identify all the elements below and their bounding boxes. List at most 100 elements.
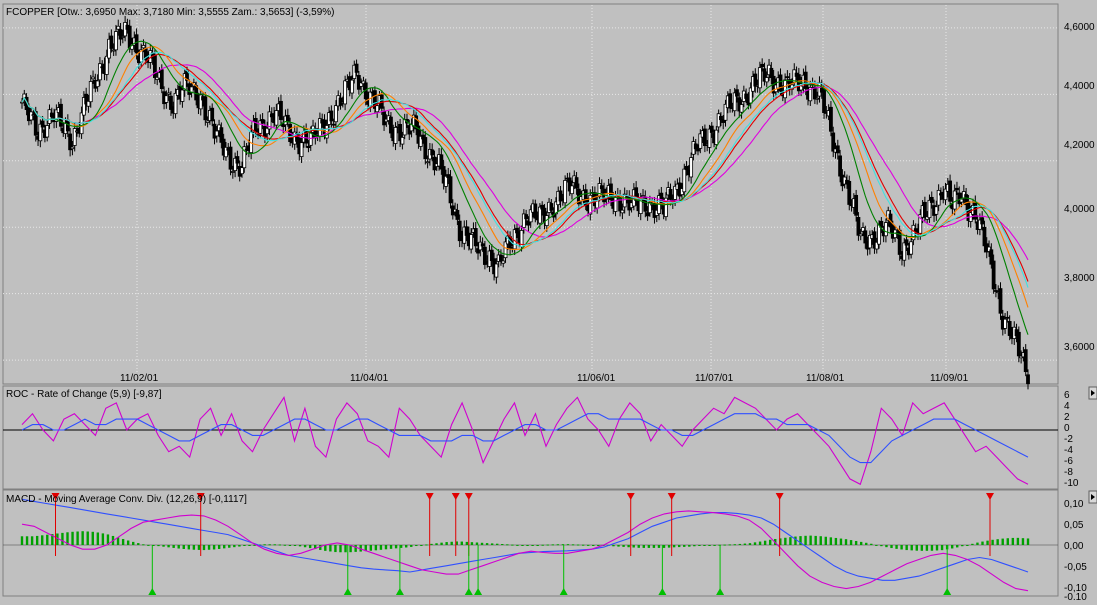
macd-histogram-bar — [268, 544, 271, 546]
macd-pane-arrow-button[interactable] — [1088, 490, 1097, 504]
price-pane — [2, 3, 1059, 385]
macd-histogram-bar — [495, 543, 499, 545]
price-candle-body — [1005, 316, 1010, 319]
price-candle-body — [613, 197, 618, 212]
macd-y-tick: 0,00 — [1064, 541, 1084, 552]
macd-histogram-bar — [490, 543, 494, 545]
macd-histogram-bar — [121, 538, 125, 545]
macd-histogram-bar — [187, 545, 191, 550]
price-candle-body — [423, 137, 428, 160]
macd-histogram-bar — [662, 545, 666, 548]
price-candle-body — [180, 89, 185, 102]
price-candle-body — [952, 190, 957, 210]
macd-histogram-bar — [61, 532, 64, 545]
price-candle-body — [205, 120, 210, 123]
price-candle-body — [1023, 349, 1028, 373]
macd-histogram-bar — [612, 545, 615, 547]
macd-histogram-bar — [910, 545, 913, 551]
price-candle-body — [393, 126, 398, 144]
price-candle-body — [524, 214, 529, 220]
macd-histogram-bar — [642, 545, 645, 548]
macd-histogram-bar — [162, 545, 165, 547]
price-candle-body — [991, 260, 996, 290]
macd-histogram-bar — [844, 539, 848, 545]
macd-histogram-bar — [900, 545, 903, 550]
price-candle-body — [838, 155, 842, 177]
macd-histogram-bar — [420, 545, 423, 546]
price-candle-body — [455, 209, 460, 220]
macd-histogram-bar — [930, 545, 934, 551]
macd-histogram-bar — [329, 545, 332, 552]
roc-y-axis: 6 4 2 0 -2 -4 -6 -8 -10 — [1064, 390, 1079, 489]
price-candle-body — [760, 63, 765, 68]
price-candle-body — [599, 185, 604, 190]
macd-histogram-bar — [991, 539, 994, 545]
price-candle-body — [228, 146, 233, 170]
roc-pane-arrow-button[interactable] — [1088, 386, 1097, 400]
macd-histogram-bar — [647, 545, 651, 548]
macd-y-tick: 0,10 — [1064, 499, 1084, 510]
macd-histogram-bar — [536, 545, 539, 546]
macd-histogram-bar — [460, 541, 464, 545]
macd-histogram-bar — [768, 539, 772, 545]
price-x-tick: 11/09/01 — [930, 373, 969, 384]
macd-histogram-bar — [880, 545, 883, 547]
macd-histogram-bar — [546, 544, 549, 546]
price-candle-body — [91, 76, 95, 80]
price-candle-body — [260, 119, 265, 124]
price-candle-body — [329, 110, 334, 122]
macd-histogram-bar — [728, 544, 731, 546]
macd-histogram-bar — [1016, 537, 1020, 545]
macd-histogram-bar — [298, 545, 302, 547]
macd-histogram-bar — [814, 535, 817, 545]
price-y-axis: 4,6000 4,4000 4,2000 4,0000 3,8000 3,600… — [1064, 22, 1095, 353]
macd-histogram-bar — [263, 544, 266, 546]
macd-histogram-bar — [410, 545, 413, 547]
macd-histogram-bar — [506, 544, 509, 546]
macd-histogram-bar — [586, 544, 590, 546]
price-candle-body — [537, 206, 542, 224]
price-candle-body — [1016, 331, 1021, 357]
macd-histogram-bar — [389, 545, 393, 549]
macd-histogram-bar — [182, 545, 185, 549]
macd-histogram-bar — [854, 540, 858, 545]
macd-histogram-bar — [986, 540, 989, 545]
macd-histogram-bar — [541, 544, 544, 546]
price-candle-body — [141, 45, 146, 49]
macd-histogram-bar — [1011, 537, 1015, 545]
price-candle-body — [847, 180, 852, 205]
macd-histogram-bar — [870, 543, 873, 545]
macd-histogram-bar — [177, 545, 180, 549]
price-candle-body — [494, 263, 499, 278]
macd-histogram-bar — [435, 543, 438, 545]
macd-histogram-bar — [698, 545, 701, 546]
price-candle-body — [563, 180, 568, 204]
macd-histogram-bar — [688, 545, 691, 547]
macd-histogram-bar — [96, 532, 100, 545]
macd-histogram-bar — [1021, 538, 1025, 545]
price-candle-body — [927, 199, 932, 219]
macd-histogram-bar — [592, 545, 595, 546]
macd-histogram-bar — [202, 545, 206, 551]
price-candle-body — [354, 63, 359, 73]
macd-histogram-bar — [885, 545, 888, 548]
price-candle-body — [778, 74, 783, 92]
price-candle-body — [980, 217, 985, 225]
macd-y-axis: 0,10 0,05 0,00 -0,05 -0,10 -0,10 — [1064, 499, 1087, 603]
macd-histogram-bar — [228, 545, 231, 548]
macd-histogram-bar — [86, 531, 89, 545]
macd-histogram-bar — [925, 545, 929, 551]
price-candle-body — [308, 132, 313, 146]
price-y-tick: 4,6000 — [1064, 22, 1095, 33]
macd-histogram-bar — [344, 545, 347, 553]
macd-histogram-bar — [996, 539, 999, 545]
price-x-tick: 11/02/01 — [120, 373, 159, 384]
price-candle-body — [159, 69, 164, 89]
price-candle-body — [473, 228, 478, 247]
macd-histogram-bar — [657, 545, 661, 548]
price-candle-body — [909, 241, 914, 255]
price-candle-body — [214, 130, 219, 137]
price-candle-body — [645, 212, 650, 217]
macd-histogram-bar — [733, 544, 736, 546]
price-candle-body — [854, 194, 859, 216]
